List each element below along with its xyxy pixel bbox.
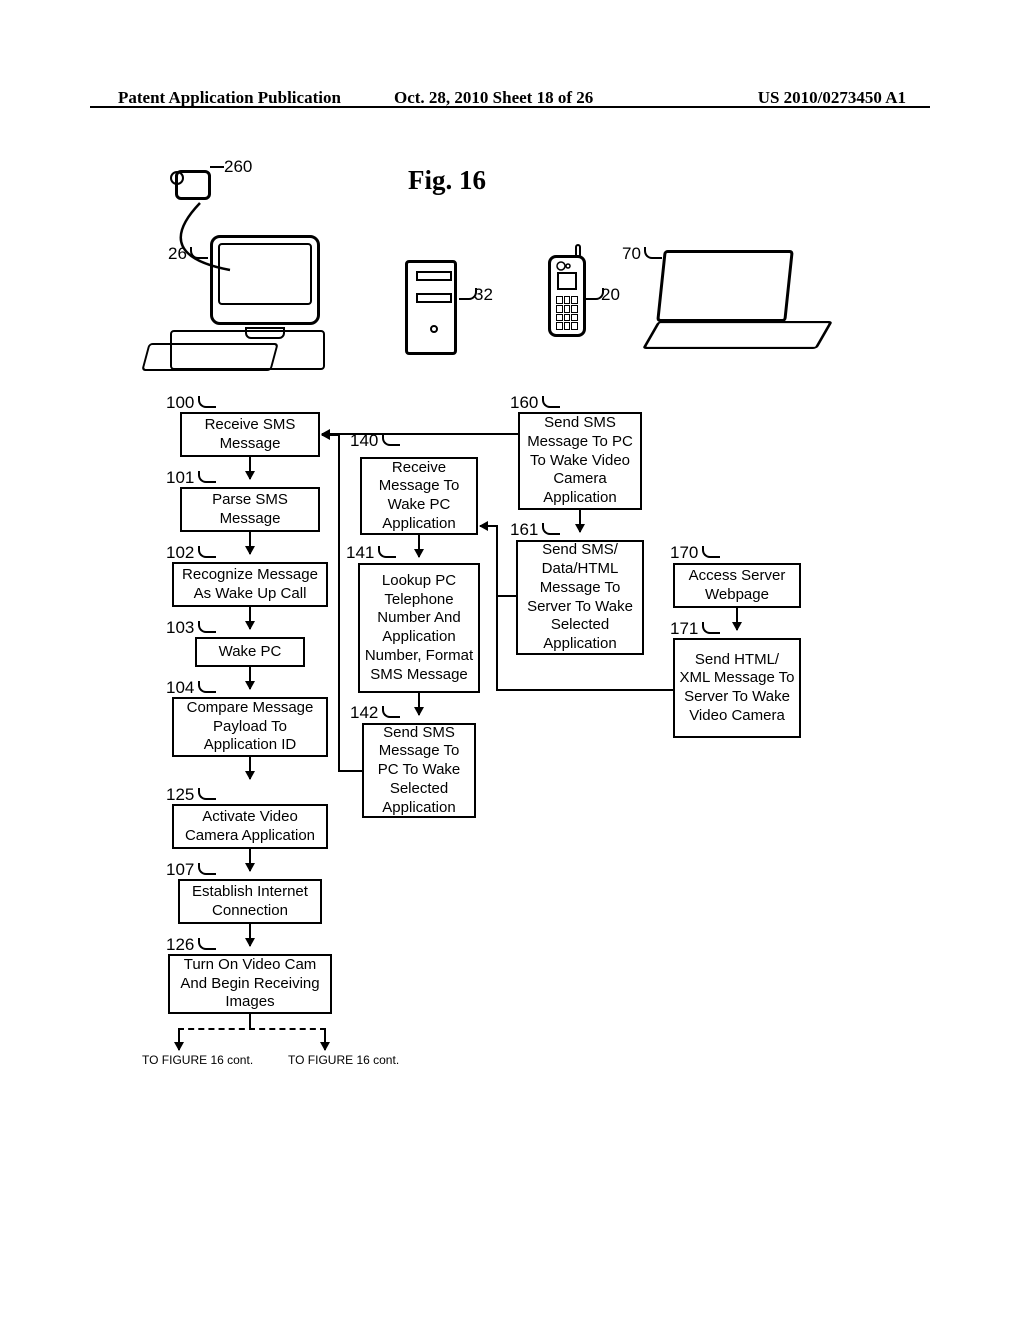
laptop-icon <box>650 250 825 355</box>
ref-160: 160 <box>510 393 538 413</box>
step-171: Send HTML/ XML Message To Server To Wake… <box>673 638 801 738</box>
step-101: Parse SMS Message <box>180 487 320 532</box>
step-160: Send SMS Message To PC To Wake Video Cam… <box>518 412 642 510</box>
ref-170: 170 <box>670 543 698 563</box>
header-left: Patent Application Publication <box>118 88 341 108</box>
arrow-161-to-140 <box>480 525 498 527</box>
continuation-right: TO FIGURE 16 cont. <box>288 1053 399 1067</box>
ref-70: 70 <box>622 244 641 264</box>
ref-126: 126 <box>166 935 194 955</box>
step-100: Receive SMS Message <box>180 412 320 457</box>
ref-161: 161 <box>510 520 538 540</box>
arrow-142-to-100 <box>322 434 340 436</box>
pc-keyboard-icon <box>141 343 279 371</box>
ref-100: 100 <box>166 393 194 413</box>
step-161: Send SMS/ Data/HTML Message To Server To… <box>516 540 644 655</box>
header-center: Oct. 28, 2010 Sheet 18 of 26 <box>394 88 593 108</box>
ref-141: 141 <box>346 543 374 563</box>
ref-171: 171 <box>670 619 698 639</box>
step-107: Establish Internet Connection <box>178 879 322 924</box>
step-141: Lookup PC Telephone Number And Applicati… <box>358 563 480 693</box>
ref-103: 103 <box>166 618 194 638</box>
ref-260: 260 <box>224 157 252 177</box>
header-right: US 2010/0273450 A1 <box>758 88 906 108</box>
step-126: Turn On Video Cam And Begin Receiving Im… <box>168 954 332 1014</box>
step-103: Wake PC <box>195 637 305 667</box>
step-104: Compare Message Payload To Application I… <box>172 697 328 757</box>
step-140: Receive Message To Wake PC Application <box>360 457 478 535</box>
ref-125: 125 <box>166 785 194 805</box>
step-125: Activate Video Camera Application <box>172 804 328 849</box>
ref-107: 107 <box>166 860 194 880</box>
figure-title: Fig. 16 <box>408 165 486 196</box>
step-142: Send SMS Message To PC To Wake Selected … <box>362 723 476 818</box>
arrow-160-to-100 <box>322 433 518 435</box>
step-170: Access Server Webpage <box>673 563 801 608</box>
server-tower-icon <box>405 260 457 355</box>
ref-102: 102 <box>166 543 194 563</box>
ref-101: 101 <box>166 468 194 488</box>
step-102: Recognize Message As Wake Up Call <box>172 562 328 607</box>
ref-142: 142 <box>350 703 378 723</box>
header-rule <box>90 106 930 108</box>
continuation-left: TO FIGURE 16 cont. <box>142 1053 253 1067</box>
cable-curve <box>160 195 360 285</box>
ref-104: 104 <box>166 678 194 698</box>
phone-icon <box>548 255 586 337</box>
